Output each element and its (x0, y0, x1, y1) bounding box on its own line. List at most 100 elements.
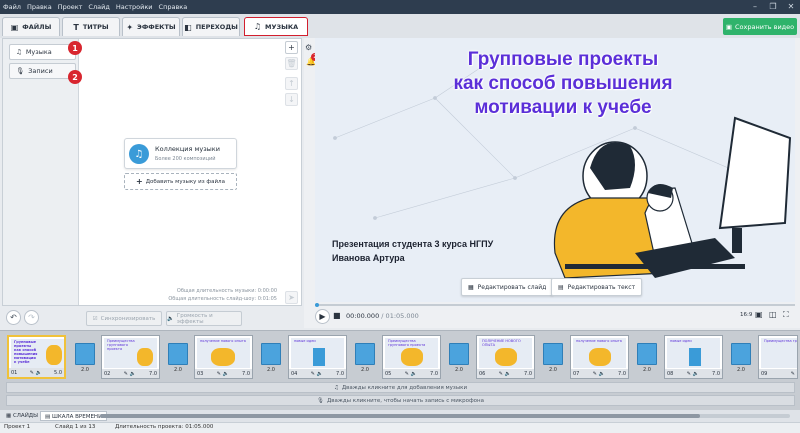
edit-icon[interactable]: ✎ 🔈 (124, 371, 136, 377)
plus-icon: + (136, 177, 143, 186)
transition-04[interactable] (355, 343, 375, 365)
restore-icon[interactable]: ❐ (764, 0, 782, 14)
left-bottom-toolbar: ↶ ↷ ☑ Синхронизировать 🔈 Громкость и эффек… (2, 308, 302, 328)
add-music-label: Добавить музыку из файла (145, 178, 225, 185)
undo-icon[interactable]: ↶ (6, 310, 21, 325)
edit-icon[interactable]: ✎ 🔈 (405, 371, 417, 377)
gear-icon[interactable]: ⚙ (305, 43, 312, 52)
thumb-bar: 03 ✎ 🔈 7.0 (195, 369, 252, 378)
transition-07[interactable] (637, 343, 657, 365)
status-bar: Проект 1 Слайд 1 из 13 Длительность прое… (0, 422, 800, 433)
edit-icon[interactable]: ✎ (791, 371, 795, 377)
tab-music[interactable]: ♫ МУЗЫКА (244, 17, 308, 36)
volume-effects-button[interactable]: 🔈 Громкость и эффекты (166, 311, 242, 326)
save-icon: ▣ (725, 22, 732, 31)
transition-06[interactable] (543, 343, 563, 365)
slide-thumbnail: Преимущества группового проекта (385, 338, 438, 368)
transition-duration: 2.0 (549, 367, 557, 373)
thumb-figure (211, 348, 235, 366)
edit-icon[interactable]: ✎ 🔈 (30, 370, 42, 376)
edit-icon[interactable]: ✎ 🔈 (311, 371, 323, 377)
edit-icon[interactable]: ✎ 🔈 (687, 371, 699, 377)
transition-08[interactable] (731, 343, 751, 365)
transition-duration: 2.0 (737, 367, 745, 373)
category-label: Записи (28, 67, 53, 75)
view-tab-timeline[interactable]: ▤ ШКАЛА ВРЕМЕНИ (40, 411, 108, 421)
film-icon: ▣ (10, 22, 19, 32)
delete-icon[interactable]: 🗑 (285, 57, 298, 70)
slide-thumb-03[interactable]: получение нового опыта 03 ✎ 🔈 7.0 (194, 335, 253, 379)
send-icon[interactable]: ➤ (285, 291, 298, 304)
edit-icon[interactable]: ✎ 🔈 (499, 371, 511, 377)
layout-icon[interactable]: ◫ (769, 310, 777, 319)
slide-thumb-07[interactable]: получение нового опыта 07 ✎ 🔈 7.0 (570, 335, 629, 379)
menu-help[interactable]: Справка (156, 0, 191, 14)
thumb-caption: новые идеи (294, 339, 316, 343)
edit-text-button[interactable]: ▤ Редактировать текст (551, 278, 643, 296)
slide-number: 01 (11, 369, 18, 376)
slide-duration: 7.0 (712, 370, 720, 377)
transition-duration: 2.0 (267, 367, 275, 373)
play-icon[interactable]: ▶ (315, 309, 330, 324)
tab-titles[interactable]: T ТИТРЫ (62, 17, 120, 36)
record-track[interactable]: 🎙 Дважды кликните, чтобы начать запись с … (6, 395, 795, 406)
category-records[interactable]: 🎙 Записи (9, 63, 76, 79)
slide-number: 03 (197, 370, 204, 377)
slide-duration: 7.0 (618, 370, 626, 377)
edit-slide-button[interactable]: ▦ Редактировать слайд (461, 278, 554, 296)
slide-thumb-04[interactable]: новые идеи 04 ✎ 🔈 7.0 (288, 335, 347, 379)
progress-handle[interactable] (315, 303, 319, 307)
stop-icon[interactable]: ■ (333, 311, 341, 320)
tab-effects[interactable]: ✦ ЭФФЕКТЫ (122, 17, 180, 36)
redo-icon[interactable]: ↷ (24, 310, 39, 325)
transition-02[interactable] (168, 343, 188, 365)
music-track[interactable]: ♫ Дважды кликните для добавления музыки (6, 382, 795, 393)
slide-duration: 7.0 (336, 370, 344, 377)
music-collection-card[interactable]: ♫ Коллекция музыки Более 200 композиций (124, 138, 237, 169)
minimize-icon[interactable]: – (746, 0, 764, 14)
transition-01[interactable] (75, 343, 95, 365)
slide-title-line: мотивации к учебе (474, 97, 652, 118)
add-icon[interactable]: + (285, 41, 298, 54)
menu-edit[interactable]: Правка (24, 0, 55, 14)
category-music[interactable]: ♫ Музыка (9, 44, 76, 60)
menu-settings[interactable]: Настройки (113, 0, 156, 14)
move-down-icon[interactable]: ↓ (285, 93, 298, 106)
frame-icon[interactable]: ▣ (755, 310, 763, 319)
slide-thumb-08[interactable]: новые идеи 08 ✎ 🔈 7.0 (664, 335, 723, 379)
slide-preview[interactable]: Групповые проекты как способ повышения м… (315, 38, 795, 302)
slide-thumb-06[interactable]: ПОЛУЧЕНИЕ НОВОГО ОПЫТА 06 ✎ 🔈 7.0 (476, 335, 535, 379)
timeline: Групповые проекты как способ повышения м… (0, 330, 800, 410)
tab-transitions[interactable]: ◧ ПЕРЕХОДЫ (182, 17, 240, 36)
slide-thumb-09[interactable]: Преимущества группового проекта 09 ✎ (758, 335, 798, 379)
volume-label: Громкость и эффекты (176, 312, 213, 325)
fullscreen-icon[interactable]: ⛶ (783, 310, 789, 320)
slide-thumb-02[interactable]: Преимущества группового проекта 02 ✎ 🔈 7.0 (101, 335, 160, 379)
progress-track[interactable] (315, 304, 795, 306)
transition-03[interactable] (261, 343, 281, 365)
save-video-button[interactable]: ▣ Сохранить видео (723, 18, 797, 35)
edit-icon[interactable]: ✎ 🔈 (593, 371, 605, 377)
timeline-scrollbar[interactable] (100, 414, 790, 418)
menu-project[interactable]: Проект (55, 0, 86, 14)
view-tab-slides[interactable]: ▦ СЛАЙДЫ (2, 411, 42, 421)
aspect-ratio[interactable]: 16:9 (740, 312, 752, 318)
total-time: / 01:05.000 (381, 312, 419, 320)
add-music-from-file-button[interactable]: + Добавить музыку из файла (124, 173, 237, 190)
edit-icon[interactable]: ✎ 🔈 (217, 371, 229, 377)
slide-number: 04 (291, 370, 298, 377)
current-time: 00:00.000 (346, 312, 380, 320)
menu-file[interactable]: Файл (0, 0, 24, 14)
menu-slide[interactable]: Слайд (85, 0, 112, 14)
thumb-bar: 09 ✎ (759, 369, 797, 378)
slide-thumb-05[interactable]: Преимущества группового проекта 05 ✎ 🔈 7.0 (382, 335, 441, 379)
move-up-icon[interactable]: ↑ (285, 77, 298, 90)
slide-thumb-01[interactable]: Групповые проекты как способ повышения м… (7, 335, 66, 379)
thumb-bar: 06 ✎ 🔈 7.0 (477, 369, 534, 378)
transition-05[interactable] (449, 343, 469, 365)
close-icon[interactable]: ✕ (782, 0, 800, 14)
sync-button[interactable]: ☑ Синхронизировать (86, 311, 162, 326)
tab-files[interactable]: ▣ ФАЙЛЫ (2, 17, 60, 36)
view-switch-bar: ▦ СЛАЙДЫ ▤ ШКАЛА ВРЕМЕНИ (0, 410, 800, 422)
scrollbar-thumb[interactable] (100, 414, 700, 418)
